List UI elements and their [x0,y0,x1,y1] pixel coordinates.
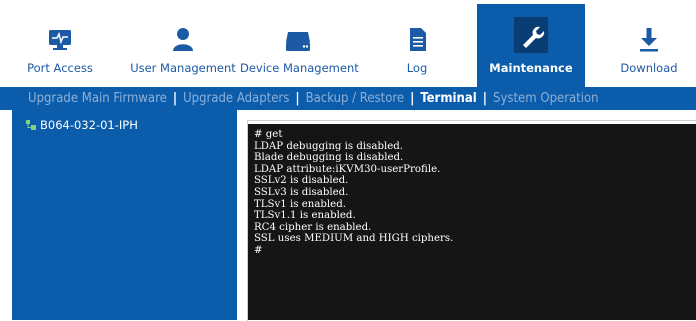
terminal-line: SSLv3 is disabled. [254,186,349,198]
nav-label: Log [406,61,428,75]
nav-label: Download [620,61,678,75]
device-tree-sidebar: B064-032-01-IPH [12,110,237,320]
tab-separator: | [482,91,488,106]
document-icon [410,28,426,51]
nav-log[interactable]: Log [392,4,442,87]
nav-label: Device Management [240,61,359,75]
terminal-line: # get [254,129,283,140]
maintenance-subnav: Upgrade Main Firmware | Upgrade Adapters | B… [0,87,696,110]
terminal-prompt: # [254,244,263,256]
tab-separator: | [172,91,178,106]
nav-label: User Management [130,61,236,75]
nav-download[interactable]: Download [614,4,684,87]
terminal-line: SSLv2 is disabled. [254,175,349,187]
nav-label: Port Access [27,61,93,75]
terminal-line: RC4 cipher is enabled. [254,221,372,233]
terminal-line: SSL uses MEDIUM and HIGH ciphers. [254,233,454,245]
device-tree-icon [26,120,36,130]
nav-port-access[interactable]: Port Access [20,4,100,87]
tab-terminal[interactable]: Terminal [420,91,476,106]
device-drive-icon [286,32,310,51]
tab-backup-restore[interactable]: Backup / Restore [306,91,405,106]
nav-label: Maintenance [489,61,573,75]
device-name: B064-032-01-IPH [40,118,138,132]
device-tree-item[interactable]: B064-032-01-IPH [26,118,138,132]
nav-user-management[interactable]: User Management [130,4,236,87]
tab-system-operation[interactable]: System Operation [493,91,599,106]
panel-gap [237,110,247,320]
top-navigation: Port Access User Management Device Manag… [0,0,696,87]
terminal-line: LDAP debugging is disabled. [254,140,404,152]
tab-separator: | [295,91,300,106]
terminal-console[interactable]: # get LDAP debugging is disabled. Blade … [248,124,696,320]
tab-upgrade-adapters[interactable]: Upgrade Adapters [183,91,289,106]
terminal-line: TLSv1.1 is enabled. [254,210,356,222]
monitor-pulse-icon [49,30,71,50]
tab-separator: | [410,91,415,106]
terminal-line: LDAP attribute:iKVM30-userProfile. [254,163,441,175]
download-icon [640,28,658,52]
nav-maintenance[interactable]: Maintenance [477,4,585,87]
nav-device-management[interactable]: Device Management [240,4,359,87]
terminal-line: TLSv1 is enabled. [254,198,346,210]
wrench-icon [523,26,545,48]
tab-upgrade-main-firmware[interactable]: Upgrade Main Firmware [28,91,167,106]
terminal-line: Blade debugging is disabled. [254,152,404,164]
user-icon [173,28,193,51]
